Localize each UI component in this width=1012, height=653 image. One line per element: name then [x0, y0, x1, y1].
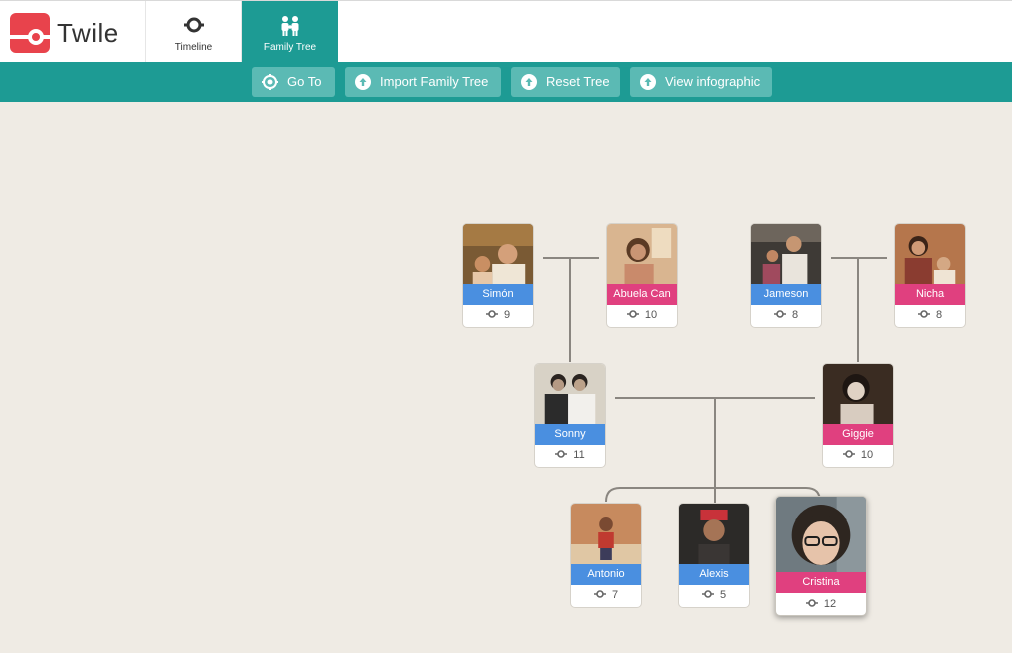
app-header: Twile Timeline Family Tree [0, 0, 1012, 62]
photo-alexis [679, 504, 749, 564]
twile-logo[interactable]: Twile [0, 1, 146, 62]
photo-simon [463, 224, 533, 284]
person-card-nicha[interactable]: Nicha 8 [894, 223, 966, 328]
tab-family-tree[interactable]: Family Tree [242, 1, 338, 62]
timeline-icon [842, 450, 855, 458]
count-value: 7 [611, 589, 619, 601]
timeline-count: 5 [679, 589, 749, 601]
timeline-count: 8 [751, 309, 821, 321]
toolbar: Go To Import Family Tree Reset Tree View… [0, 62, 1012, 102]
person-name: Simón [463, 284, 533, 305]
count-value: 10 [860, 449, 874, 461]
photo-antonio [571, 504, 641, 564]
count-value: 5 [719, 589, 727, 601]
photo-sonny [535, 364, 605, 424]
person-card-abuela-can[interactable]: Abuela Can 10 [606, 223, 678, 328]
app-name: Twile [57, 18, 119, 48]
person-name: Antonio [571, 564, 641, 585]
timeline-count: 10 [607, 309, 677, 321]
timeline-count: 11 [535, 449, 605, 461]
person-name: Jameson [751, 284, 821, 305]
timeline-count: 7 [571, 589, 641, 601]
photo-nicha [895, 224, 965, 284]
count-value: 11 [573, 449, 585, 461]
import-label: Import Family Tree [380, 74, 489, 89]
person-card-giggie[interactable]: Giggie 10 [822, 363, 894, 468]
timeline-icon [593, 590, 606, 598]
photo-cristina [776, 497, 866, 572]
photo-giggie [823, 364, 893, 424]
infographic-label: View infographic [665, 74, 761, 89]
person-name: Giggie [823, 424, 893, 445]
person-card-alexis[interactable]: Alexis 5 [678, 503, 750, 608]
target-icon [262, 74, 278, 90]
timeline-icon [485, 310, 498, 318]
person-card-sonny[interactable]: Sonny 11 [534, 363, 606, 468]
person-card-jameson[interactable]: Jameson 8 [750, 223, 822, 328]
timeline-count: 12 [776, 598, 866, 610]
person-card-cristina[interactable]: Cristina 12 [775, 496, 867, 616]
person-name: Cristina [776, 572, 866, 593]
timeline-icon [773, 310, 786, 318]
reset-tree-button[interactable]: Reset Tree [511, 67, 620, 97]
person-name: Sonny [535, 424, 605, 445]
arrow-up-circle-icon [640, 74, 656, 90]
person-name: Nicha [895, 284, 965, 305]
count-value: 8 [791, 309, 799, 321]
person-card-simon[interactable]: Simón 9 [462, 223, 534, 328]
timeline-count: 8 [895, 309, 965, 321]
count-value: 10 [644, 309, 658, 321]
reset-label: Reset Tree [546, 74, 610, 89]
timeline-icon [626, 310, 639, 318]
tab-timeline[interactable]: Timeline [146, 1, 242, 62]
count-value: 12 [823, 598, 837, 610]
goto-label: Go To [287, 74, 322, 89]
timeline-icon [805, 599, 818, 607]
tab-timeline-label: Timeline [174, 42, 213, 53]
timeline-count: 9 [463, 309, 533, 321]
arrow-up-circle-icon [521, 74, 537, 90]
tab-family-tree-label: Family Tree [263, 42, 317, 53]
timeline-icon [555, 450, 568, 458]
timeline-icon [701, 590, 714, 598]
photo-abuela-can [607, 224, 677, 284]
family-tree-canvas[interactable]: Simón 9 Abuela Can 10 Jameson 8 Nicha 8 … [0, 102, 1012, 653]
timeline-icon [184, 17, 204, 33]
family-icon [281, 16, 299, 36]
goto-button[interactable]: Go To [252, 67, 335, 97]
timeline-icon [917, 310, 930, 318]
person-name: Alexis [679, 564, 749, 585]
view-infographic-button[interactable]: View infographic [630, 67, 772, 97]
timeline-count: 10 [823, 449, 893, 461]
twile-logo-icon [10, 13, 50, 53]
photo-jameson [751, 224, 821, 284]
count-value: 9 [503, 309, 511, 321]
person-name: Abuela Can [607, 284, 677, 305]
arrow-up-circle-icon [355, 74, 371, 90]
import-family-tree-button[interactable]: Import Family Tree [345, 67, 501, 97]
count-value: 8 [935, 309, 943, 321]
person-card-antonio[interactable]: Antonio 7 [570, 503, 642, 608]
